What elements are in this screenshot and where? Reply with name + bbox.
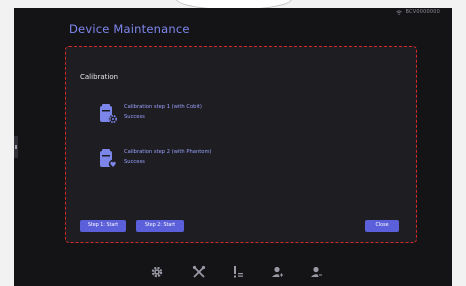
bottom-nav bbox=[14, 262, 452, 282]
close-button[interactable]: Close bbox=[365, 220, 399, 232]
step-1-start-button[interactable]: Step 1: Start bbox=[80, 220, 126, 232]
user-add-icon bbox=[272, 266, 285, 278]
list-alert-icon bbox=[234, 266, 243, 278]
wifi-icon bbox=[396, 9, 403, 15]
nav-settings[interactable] bbox=[149, 264, 165, 280]
app-screen: BCV0000000 Device Maintenance Calibratio… bbox=[14, 8, 452, 286]
device-id: BCV0000000 bbox=[405, 9, 440, 15]
section-title: Calibration bbox=[80, 73, 119, 81]
wrench-icon bbox=[192, 265, 206, 278]
step-1-name: Calibration step 1 (with Cobit) bbox=[124, 104, 202, 110]
user-remove-icon bbox=[311, 266, 324, 278]
step-2-name: Calibration step 2 (with Phantom) bbox=[124, 149, 212, 155]
calibration-step-2: Calibration step 2 (with Phantom) Succes… bbox=[95, 148, 212, 170]
calibration-gear-icon bbox=[100, 104, 118, 124]
side-drawer-handle[interactable] bbox=[14, 136, 18, 158]
step-1-status: Success bbox=[124, 114, 145, 120]
calibration-heart-icon bbox=[100, 149, 118, 169]
page-title: Device Maintenance bbox=[69, 22, 190, 36]
step-2-start-button[interactable]: Step 2: Start bbox=[136, 220, 184, 232]
nav-alerts[interactable] bbox=[230, 264, 246, 280]
step-2-status: Success bbox=[124, 159, 145, 165]
handle-grip-icon bbox=[15, 145, 17, 149]
calibration-step-1: Calibration step 1 (with Cobit) Success bbox=[95, 103, 202, 125]
status-bar: BCV0000000 bbox=[396, 9, 440, 15]
nav-tools[interactable] bbox=[191, 264, 207, 280]
nav-add-user[interactable] bbox=[270, 264, 286, 280]
nav-remove-user[interactable] bbox=[309, 264, 325, 280]
calibration-card: Calibration Calibration step 1 (with Cob… bbox=[65, 46, 417, 243]
gear-icon bbox=[151, 266, 163, 278]
